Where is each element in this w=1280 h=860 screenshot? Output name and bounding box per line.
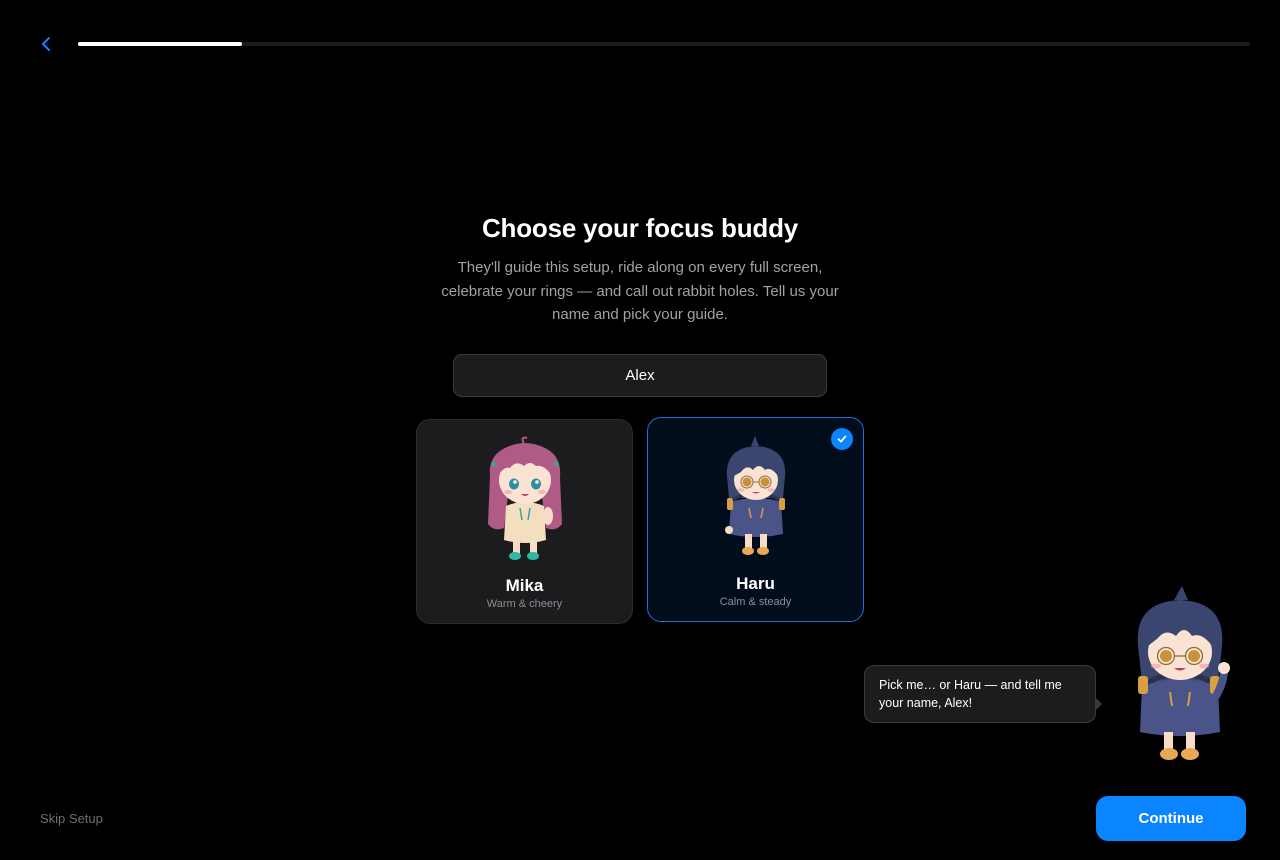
chevron-left-icon <box>42 37 50 51</box>
buddy-card-mika[interactable]: Mika Warm & cheery <box>416 419 633 624</box>
buddy-name: Haru <box>736 574 775 593</box>
speech-bubble-tail <box>1095 697 1102 711</box>
skip-setup-link[interactable]: Skip Setup <box>40 811 103 826</box>
progress-fill <box>78 42 243 46</box>
back-button[interactable] <box>36 33 58 55</box>
buddy-name: Mika <box>505 576 544 595</box>
mika-avatar <box>488 436 562 560</box>
continue-button[interactable]: Continue <box>1096 796 1246 841</box>
checkmark-icon <box>837 435 847 443</box>
haru-avatar <box>725 436 786 555</box>
page-subtitle: They'll guide this setup, ride along on … <box>441 259 839 323</box>
page-title: Choose your focus buddy <box>481 213 799 243</box>
buddy-card-haru[interactable]: Haru Calm & steady <box>647 417 864 622</box>
selected-badge <box>831 428 853 450</box>
buddy-tagline: Calm & steady <box>719 596 792 608</box>
mascot-avatar <box>1137 586 1230 760</box>
buddy-tagline: Warm & cheery <box>486 598 563 610</box>
progress-bar <box>78 42 1250 46</box>
name-input[interactable] <box>453 354 827 397</box>
speech-bubble: Pick me… or Haru — and tell me your name… <box>864 665 1096 723</box>
